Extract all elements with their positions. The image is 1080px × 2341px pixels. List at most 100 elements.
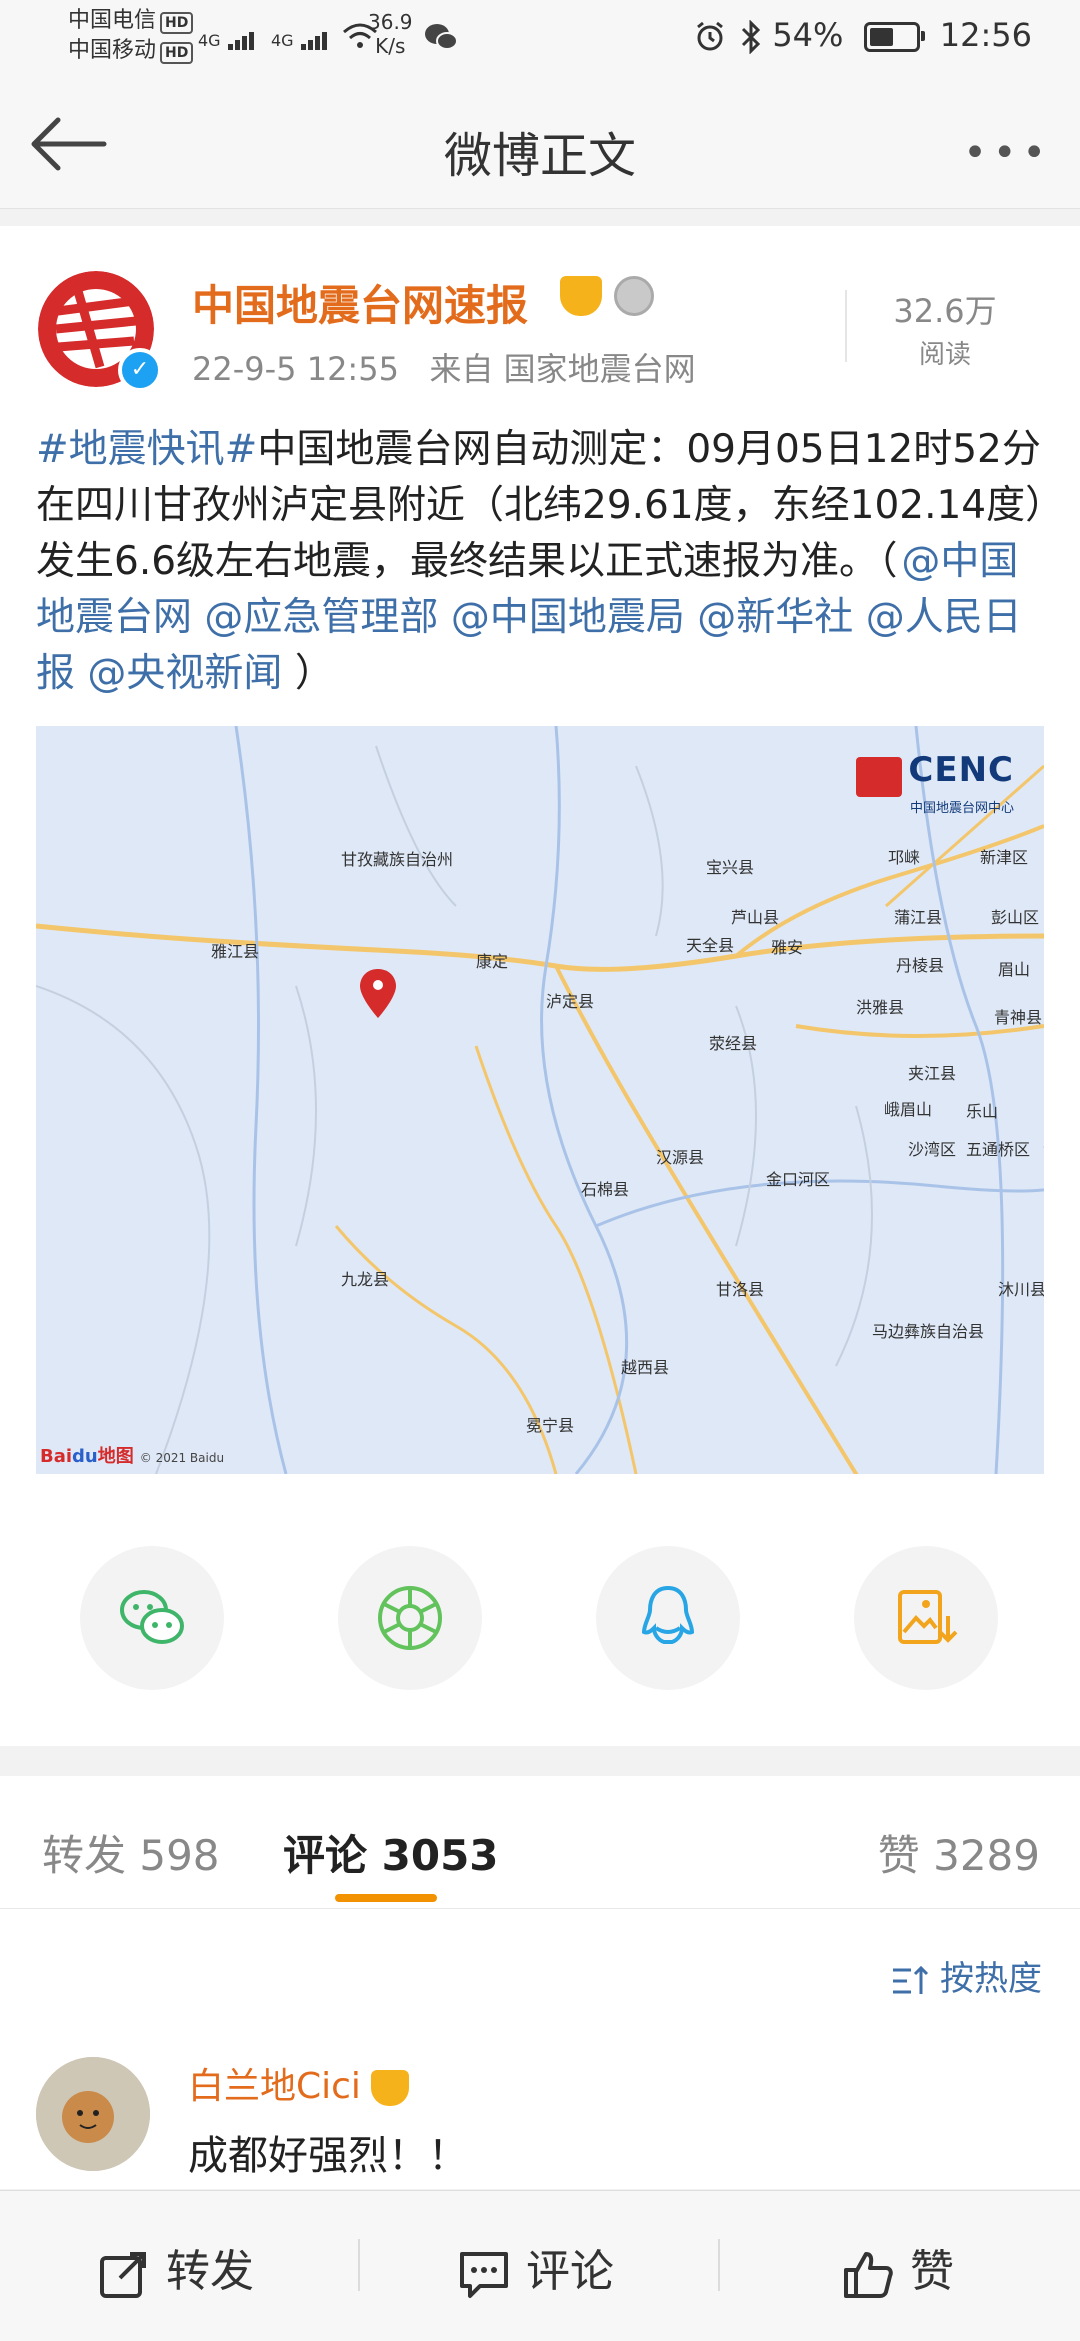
cenc-logo: CENC 中国地震台网中心: [856, 750, 1014, 816]
map-copyright: © 2021 Baidu: [139, 1451, 225, 1465]
comment-list: 按热度 白兰地Cici 成都好强烈！！: [0, 1909, 1080, 2189]
speed-unit: K/s: [375, 34, 406, 58]
map-label: 九龙县: [341, 1270, 390, 1289]
read-count-value: 32.6万: [893, 292, 997, 330]
map-label: 康定: [476, 952, 509, 971]
verified-badge-icon: ✓: [118, 348, 162, 392]
mention-link[interactable]: @新华社: [697, 595, 853, 640]
repost-icon: [100, 2252, 146, 2298]
like-button[interactable]: 赞: [842, 2235, 954, 2300]
hashtag-link[interactable]: #地震快讯#: [36, 427, 257, 472]
mention-link[interactable]: @中国地震局: [451, 595, 685, 640]
map-label: 峨眉山: [884, 1100, 933, 1119]
signal-icon: [227, 31, 256, 50]
post-card: ✓ 中国地震台网速报 22-9-5 12:55 来自 国家地震台网 32.6万 …: [0, 226, 1080, 1746]
share-moments-button[interactable]: [338, 1546, 482, 1690]
map-label: 甘孜藏族自治州: [341, 850, 454, 869]
map-label: 天全县: [686, 936, 735, 955]
vip-crown-icon: [370, 2070, 409, 2106]
post-meta: 22-9-5 12:55 来自 国家地震台网: [192, 344, 696, 390]
vip-crown-icon[interactable]: [560, 276, 602, 316]
map-label: 青神县: [994, 1008, 1043, 1027]
map-label: 泸定县: [546, 992, 595, 1011]
baidu-logo-text: Bai: [40, 1446, 73, 1467]
gingerbread-avatar-icon: [36, 2057, 150, 2171]
speed-value: 36.9: [368, 10, 413, 34]
mention-link[interactable]: @央视新闻: [87, 651, 282, 696]
comment-text: 成都好强烈！！: [188, 2133, 468, 2179]
moments-icon: [378, 1586, 442, 1650]
share-row: [0, 1546, 1080, 1706]
comment-button[interactable]: 评论: [458, 2235, 614, 2300]
avatar[interactable]: [36, 2057, 150, 2171]
tab-likes[interactable]: 赞 3289: [878, 1822, 1040, 1883]
repost-button[interactable]: 转发: [98, 2235, 254, 2300]
map-label: 甘洛县: [716, 1280, 765, 1299]
sort-button[interactable]: 按热度: [891, 1951, 1042, 2000]
map-label: 蒲江县: [894, 908, 943, 927]
nav-bar: 微博正文 •••: [0, 80, 1080, 209]
wechat-notification-icon: [425, 24, 458, 50]
post-source: 来自 国家地震台网: [429, 350, 696, 388]
map-label: 马边彝族自治县: [872, 1322, 985, 1341]
hd-badge: HD: [160, 42, 194, 64]
baidu-logo-text-2: du: [72, 1446, 98, 1467]
save-image-icon: [898, 1590, 958, 1644]
share-wechat-button[interactable]: [80, 1546, 224, 1690]
tab-reposts[interactable]: 转发 598: [42, 1822, 220, 1883]
save-image-button[interactable]: [854, 1546, 998, 1690]
map-label: 乐山: [966, 1102, 999, 1121]
baidu-logo-text-3: 地图: [97, 1446, 134, 1467]
sort-icon: [893, 1965, 929, 1994]
medal-icon[interactable]: [614, 276, 654, 316]
comment-author[interactable]: 白兰地Cici: [188, 2057, 409, 2109]
map-label: 石棉县: [581, 1180, 630, 1199]
active-tab-indicator: [335, 1894, 437, 1902]
interaction-tabs: 转发 598 评论 3053 赞 3289: [0, 1776, 1080, 1909]
map-label: 彭山区: [991, 908, 1040, 927]
qq-icon: [641, 1585, 695, 1644]
more-options-icon[interactable]: •••: [963, 130, 1052, 176]
comment-author-name: 白兰地Cici: [188, 2066, 361, 2107]
author-badges: [560, 276, 654, 316]
map-label: 夹江县: [908, 1064, 957, 1083]
battery-percent: 54%: [772, 16, 844, 54]
map-label: 五通桥区: [966, 1140, 1031, 1159]
epicenter-pin-icon: [360, 969, 396, 1018]
divider: [845, 290, 847, 362]
cenc-logo-text: CENC: [908, 750, 1014, 790]
divider: [358, 2239, 360, 2291]
map-label: 丹棱县: [896, 956, 945, 975]
sort-label: 按热度: [940, 1959, 1042, 1999]
battery-icon: [863, 22, 925, 52]
divider: [718, 2239, 720, 2291]
map-label: 洪雅县: [856, 998, 905, 1017]
like-label: 赞: [910, 2246, 954, 2297]
post-timestamp: 22-9-5 12:55: [192, 350, 399, 388]
mention-link[interactable]: @应急管理部: [204, 595, 438, 640]
signal-icons: 4G 4G: [198, 22, 378, 50]
carrier-1: 中国电信: [68, 8, 157, 33]
wechat-icon: [120, 1590, 184, 1644]
comment-icon: [460, 2252, 508, 2298]
map-label: 雅安: [771, 938, 804, 957]
network-type: 4G: [198, 31, 221, 50]
clock: 12:56: [939, 16, 1032, 54]
repost-label: 转发: [166, 2246, 254, 2297]
share-qq-button[interactable]: [596, 1546, 740, 1690]
post-body: #地震快讯#中国地震台网自动测定：09月05日12时52分在四川甘孜州泸定县附近…: [36, 422, 1046, 702]
page-title: 微博正文: [443, 128, 636, 184]
map-label: 汉源县: [656, 1148, 705, 1167]
thumbs-up-icon: [844, 2252, 893, 2298]
map-label: 新津区: [980, 848, 1029, 867]
earthquake-map-image[interactable]: CENC 中国地震台网中心 甘孜藏族自治州 宝兴县 邛崃 新津区 芦山县 蒲江县…: [36, 726, 1044, 1474]
network-type: 4G: [270, 31, 294, 50]
map-label: 雅江县: [211, 942, 260, 961]
tab-comments[interactable]: 评论 3053: [283, 1822, 499, 1883]
baidu-map-logo: Baidu地图 © 2021 Baidu: [40, 1442, 224, 1468]
carrier-2: 中国移动: [68, 38, 157, 63]
map-label: 沙湾区: [908, 1140, 957, 1159]
author-name[interactable]: 中国地震台网速报: [192, 272, 528, 333]
map-label: 冕宁县: [526, 1416, 575, 1435]
map-label: 荥经县: [709, 1034, 758, 1053]
